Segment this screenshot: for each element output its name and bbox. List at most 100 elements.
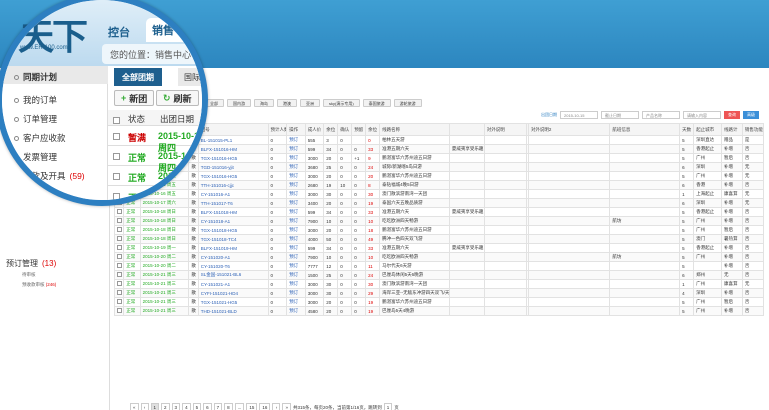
tab-sales[interactable]: 销售 [146, 18, 202, 42]
row-checkbox[interactable] [113, 173, 120, 180]
row-checkbox-cell[interactable] [113, 306, 125, 316]
page-button[interactable]: 8 [224, 403, 233, 410]
breadcrumb-current[interactable]: 销售中心 [155, 50, 191, 60]
advanced-search-button[interactable]: 高级 [743, 111, 759, 119]
row-checkbox-cell[interactable] [113, 252, 125, 262]
sidebar-item-payments[interactable]: 收款及开具 (59) [14, 170, 85, 182]
cell-code[interactable]: CY-151018-A1 [197, 216, 269, 226]
magnified-tab-international[interactable]: 国际游 [178, 68, 202, 86]
cell-op[interactable]: 预订 [286, 144, 306, 154]
table-row[interactable]: 正常2015-10-15 周四散TGX-151016-HG50预订3000200… [113, 153, 765, 163]
table-row[interactable]: 正常 2015-10-21 周三散 SL金国-151021-BL6 0 预订 1500 25… [113, 270, 765, 280]
cell-op[interactable]: 预订 [286, 225, 306, 235]
sidebar-item-receivables[interactable]: 客户应收款 [14, 132, 66, 144]
table-row[interactable]: 正常 2015-10-15 周四 [108, 166, 202, 193]
refresh-button[interactable]: ↻ 刷新 [156, 90, 199, 106]
cell-code[interactable]: TGX-151018-TC4 [197, 234, 269, 244]
page-button[interactable]: › [272, 403, 281, 410]
table-row[interactable]: 正常2015-10-16 周五散TTH-151016-cjjc0预订268019… [113, 180, 765, 190]
table-row[interactable]: 正常 2015-10-21 周三散 THD-151021-BLD 0 预订 4580 20 0… [113, 306, 765, 316]
row-checkbox-cell[interactable] [113, 297, 125, 307]
sidebar-subitem-prepay[interactable]: 预收款审核 (246) [22, 282, 56, 288]
row-checkbox[interactable] [117, 254, 122, 259]
cell-code[interactable]: TGX-151018-HG5 [197, 225, 269, 235]
filter-sky-demo[interactable]: sky(演示专用) [323, 99, 360, 107]
cell-op[interactable]: 预订 [286, 306, 306, 316]
cell-op[interactable]: 预订 [286, 135, 306, 145]
product-select[interactable]: 产品名称 [642, 111, 680, 119]
row-checkbox[interactable] [117, 245, 122, 250]
sidebar-item-invoices[interactable]: 发票管理 [14, 151, 57, 163]
row-checkbox-cell[interactable] [113, 207, 125, 217]
page-button[interactable]: ‹ [140, 403, 149, 410]
cell-code[interactable]: CY-151016-A1 [197, 189, 269, 199]
cell-op[interactable]: 预订 [286, 297, 306, 307]
table-row[interactable]: 正常 2015-10-20 周二散 CY-151020-T6 0 预订 7777 12 0 0 1… [113, 261, 765, 271]
cell-code[interactable]: CY-151021-A1 [197, 279, 269, 289]
cell-op[interactable]: 预订 [286, 162, 306, 172]
filter-thailand[interactable]: 泰国旅游 [362, 99, 391, 107]
filter-cruise[interactable]: 游轮旅游 [393, 99, 422, 107]
cell-code[interactable]: TGX-151016-HG5 [197, 153, 269, 163]
cell-op[interactable]: 预订 [286, 153, 306, 163]
new-tour-button[interactable]: + 新团 [114, 90, 155, 106]
cell-code[interactable]: TTH-151017-T6 [197, 198, 269, 208]
table-row[interactable]: 暂满2015-10-15 周四散BL-151015-PL10预订555300柏林… [113, 135, 765, 145]
cell-op[interactable]: 预订 [286, 288, 306, 298]
table-row[interactable]: 正常 2015-10-21 周三散 CY-151021-A1 0 预订 3000 30 0 0 3… [113, 279, 765, 289]
page-button[interactable]: 15 [246, 403, 258, 410]
page-button[interactable]: 2 [161, 403, 170, 410]
cell-code[interactable]: BLFX-151019-HM [197, 243, 269, 253]
cell-op[interactable]: 预订 [286, 252, 306, 262]
filter-island[interactable]: 海岛 [254, 99, 274, 107]
cell-code[interactable]: TGX-151016-HG5 [197, 171, 269, 181]
page-button[interactable]: « [130, 403, 139, 410]
cell-code[interactable]: BLFX-151016-HM [197, 144, 269, 154]
page-button[interactable]: 6 [203, 403, 212, 410]
filter-hkmo[interactable]: 港澳 [277, 99, 297, 107]
row-checkbox[interactable] [117, 299, 122, 304]
page-button[interactable]: 1 [150, 403, 160, 410]
table-row[interactable]: 正常 2015-10-18 周日散 BLFX-151018-HM 0 预订 599 34 0 0… [113, 207, 765, 217]
page-button[interactable]: » [282, 403, 291, 410]
page-button[interactable]: 3 [171, 403, 181, 410]
cell-code[interactable]: BLFX-151018-HM [197, 207, 269, 217]
table-row[interactable]: 正常 2015-10-17 周六散 TTH-151017-T6 0 预订 3400 20 0 0… [113, 198, 765, 208]
table-row[interactable]: 正常2015-10-16 周五散TGX-151016-HG50预订3000200… [113, 171, 765, 181]
table-row[interactable]: 正常 2015-10-20 周二散 CY-151020-A1 0 预订 7900 10 0 0 1… [113, 252, 765, 262]
row-checkbox[interactable] [117, 236, 122, 241]
cell-code[interactable]: SL金国-151021-BL6 [197, 270, 269, 280]
row-checkbox[interactable] [117, 227, 122, 232]
row-checkbox[interactable] [117, 308, 122, 313]
cell-op[interactable]: 预订 [286, 198, 306, 208]
select-all-checkbox[interactable] [113, 117, 120, 124]
table-row[interactable]: 正常2015-10-15 周四散BLFX-151016-HM0预订5993400… [113, 144, 765, 154]
page-button[interactable]: 7 [213, 403, 223, 410]
table-row[interactable]: 正常 2015-10-18 周日散 CY-151018-A1 0 预订 7900 10 0 0 1… [113, 216, 765, 226]
row-checkbox[interactable] [113, 153, 120, 160]
cell-code[interactable]: THD-151021-BLD [197, 306, 269, 316]
goto-page-select[interactable]: 1 [383, 403, 393, 410]
cell-op[interactable]: 预订 [286, 207, 306, 217]
row-checkbox-cell[interactable] [113, 234, 125, 244]
cell-op[interactable]: 预订 [286, 261, 306, 271]
cell-op[interactable]: 预订 [286, 189, 306, 199]
cell-op[interactable]: 预订 [286, 270, 306, 280]
row-checkbox[interactable] [113, 193, 120, 200]
table-row[interactable]: 正常2015-10-16 周五散CY-151016-A10预订300030003… [113, 189, 765, 199]
row-checkbox[interactable] [117, 263, 122, 268]
cell-code[interactable]: BL-151015-PL1 [197, 135, 269, 145]
start-date-input[interactable]: 2015-10-15 [560, 111, 598, 119]
table-row[interactable]: 正常 2015-10-21 周三散 TGX-151021-HG5 0 预订 3000 20 0… [113, 297, 765, 307]
row-checkbox-cell[interactable] [113, 216, 125, 226]
sidebar-item-bookings[interactable]: 预订管理 (13) [6, 258, 56, 269]
row-checkbox-cell[interactable] [113, 270, 125, 280]
cell-code[interactable]: TGD-151016-yjit [197, 162, 269, 172]
sidebar-item-order-management[interactable]: 订单管理 [14, 113, 57, 125]
row-checkbox-cell[interactable] [113, 225, 125, 235]
row-checkbox[interactable] [117, 272, 122, 277]
row-checkbox-cell[interactable] [113, 288, 125, 298]
row-checkbox[interactable] [117, 290, 122, 295]
sidebar-item-tour-plan[interactable]: 同期计划 [14, 71, 57, 83]
cell-code[interactable]: TGX-151021-HG5 [197, 297, 269, 307]
